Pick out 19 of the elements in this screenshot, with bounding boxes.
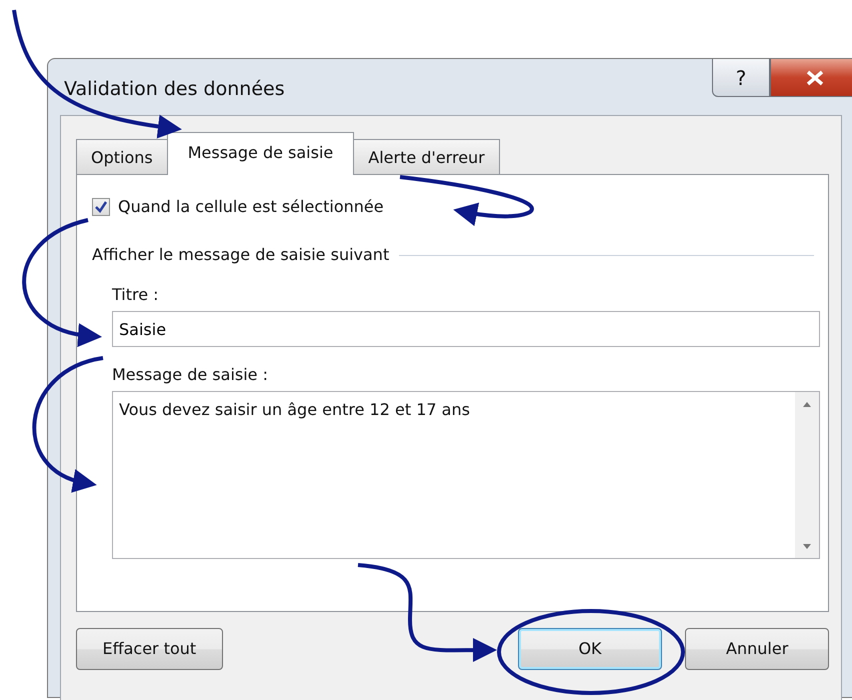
dialog-button[interactable]: OK (518, 628, 662, 670)
field-label: Message de saisie : (112, 364, 269, 386)
title-field[interactable]: Saisie (112, 311, 820, 347)
tab[interactable]: Alerte d'erreur (353, 139, 500, 174)
dialog-button[interactable]: Annuler (685, 628, 830, 670)
group-title: Afficher le message de saisie suivant (92, 244, 390, 266)
window-title: Validation des données (63, 77, 285, 102)
scrollbar[interactable] (795, 392, 819, 558)
field-label: Titre : (112, 284, 160, 306)
checkbox-label[interactable]: Quand la cellule est sélectionnée (118, 195, 384, 219)
help-button[interactable]: ? (712, 59, 770, 97)
tab[interactable]: Options (76, 139, 168, 174)
message-field[interactable]: Vous devez saisir un âge entre 12 et 17 ans (112, 391, 820, 559)
tab[interactable]: Message de saisie (166, 132, 354, 175)
close-icon (805, 70, 825, 86)
message-text: Vous devez saisir un âge entre 12 et 17 ans (119, 400, 470, 419)
checkbox[interactable] (92, 198, 110, 216)
close-button[interactable] (770, 59, 852, 97)
dialog-button[interactable]: Effacer tout (76, 628, 223, 670)
